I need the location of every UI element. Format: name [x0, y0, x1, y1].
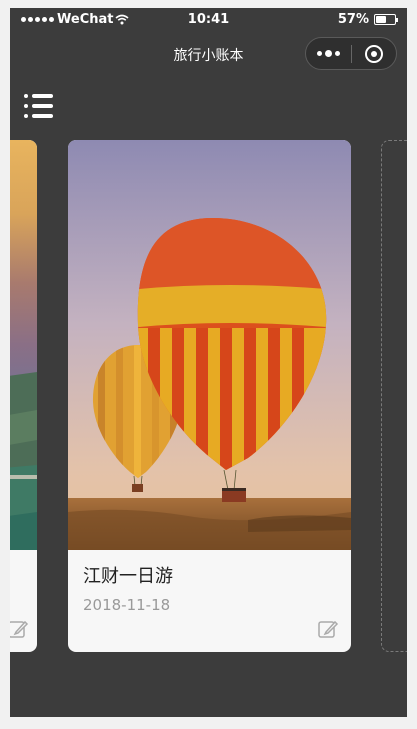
close-button[interactable]	[352, 38, 396, 69]
battery-icon	[374, 14, 398, 25]
navigation-bar: 旅行小账本	[10, 32, 407, 78]
edit-icon[interactable]	[10, 618, 29, 640]
target-circle-icon	[365, 44, 383, 63]
trip-card[interactable]: 江财一日游 2018-11-18	[68, 140, 351, 652]
trip-cover-image	[10, 140, 37, 550]
more-button[interactable]	[306, 38, 351, 69]
battery-percent: 57%	[337, 12, 369, 27]
trip-cover-image	[68, 140, 351, 550]
add-trip-card[interactable]	[381, 140, 407, 652]
trip-title: 江财一日游	[83, 566, 173, 587]
status-right: 57%	[337, 12, 398, 27]
miniprogram-capsule	[305, 37, 397, 70]
trip-card-previous[interactable]	[10, 140, 37, 652]
phone-screen: WeChat 10:41 57% 旅行小账本 江财一日游 2018-11-18	[10, 8, 407, 717]
edit-icon[interactable]	[317, 618, 339, 640]
battery-level	[376, 16, 387, 23]
trip-date: 2018-11-18	[83, 596, 171, 614]
status-bar: WeChat 10:41 57%	[10, 8, 407, 32]
menu-button[interactable]	[24, 94, 54, 118]
more-dots-icon	[317, 51, 322, 56]
